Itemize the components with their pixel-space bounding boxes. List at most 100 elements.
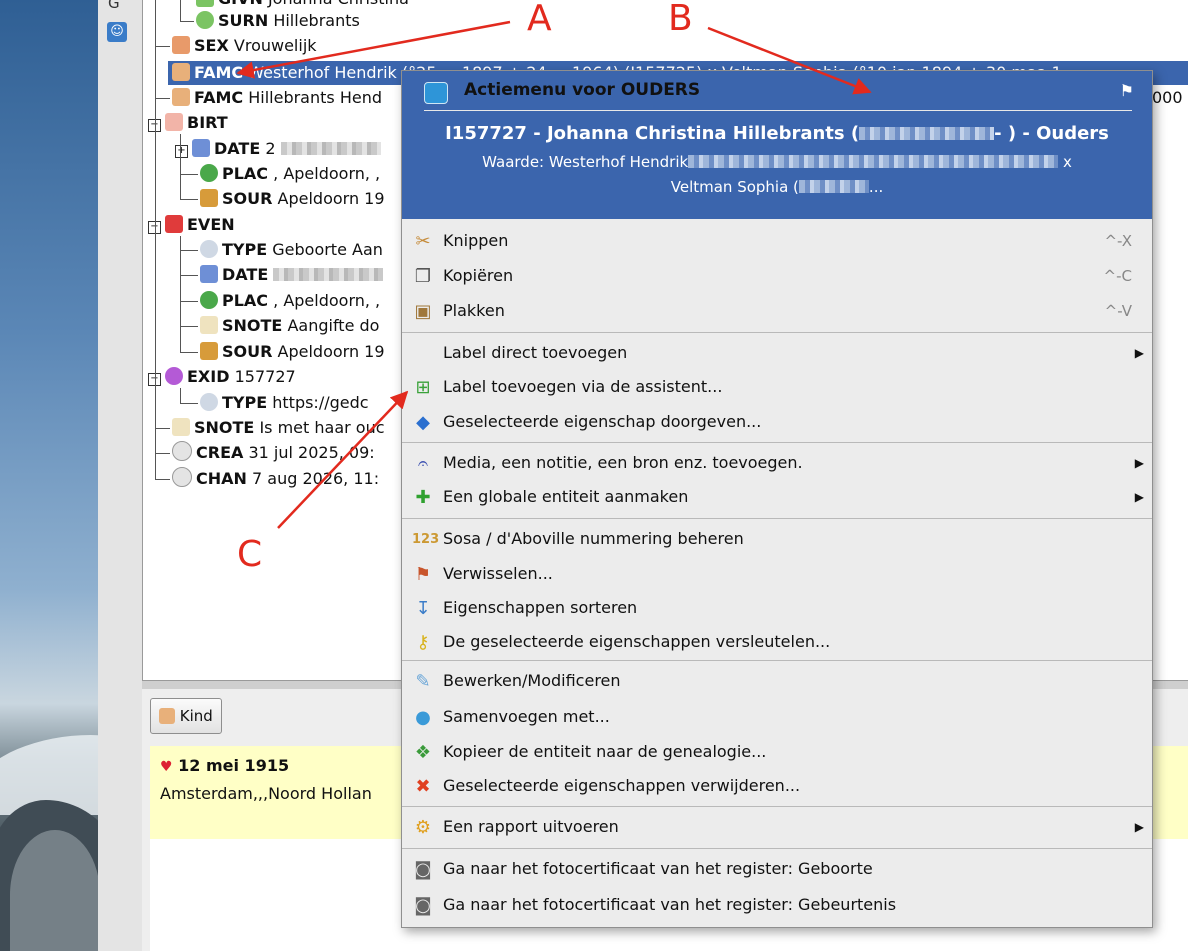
tree-row-exid-type[interactable]: TYPE https://gedc xyxy=(200,391,369,415)
date-icon xyxy=(192,139,210,157)
menu-item-merge[interactable]: ● Samenvoegen met... xyxy=(402,700,1152,734)
menu-item-cut[interactable]: ✂ Knippen ^-X xyxy=(402,224,1152,258)
menu-item-label: Ga naar het fotocertificaat van het regi… xyxy=(443,859,873,878)
person-icon[interactable]: ☺ xyxy=(107,22,127,42)
menu-separator xyxy=(402,848,1152,849)
tag-label: DATE xyxy=(222,265,269,284)
event-date-text: 12 mei 1915 xyxy=(178,756,290,775)
menu-item-pass-property[interactable]: ◆ Geselecteerde eigenschap doorgeven... xyxy=(402,405,1152,439)
menu-item-label: Knippen xyxy=(443,231,509,250)
tree-row-birt-date[interactable]: + DATE 2 xyxy=(175,137,381,161)
tree-row-chan[interactable]: CHAN 7 aug 2026, 11: xyxy=(172,467,379,491)
menu-item-label: Een rapport uitvoeren xyxy=(443,817,619,836)
menu-separator xyxy=(402,442,1152,443)
tree-row-even-type[interactable]: TYPE Geboorte Aan xyxy=(200,238,383,262)
tree-row-snote[interactable]: SNOTE Is met haar ouc xyxy=(172,416,385,440)
tag-value: Johanna Christina xyxy=(268,0,409,8)
menu-item-global-entity[interactable]: ✚ Een globale entiteit aanmaken ▶ xyxy=(402,480,1152,514)
family-icon xyxy=(172,63,190,81)
tag-label: EXID xyxy=(187,367,230,386)
merge-icon: ● xyxy=(415,707,431,728)
tag-value: 2 xyxy=(265,139,276,158)
menu-item-label: Media, een notitie, een bron enz. toevoe… xyxy=(443,453,803,472)
given-name-icon xyxy=(196,0,214,7)
tree-row-sex[interactable]: SEX Vrouwelijk xyxy=(172,34,317,58)
menu-separator xyxy=(402,660,1152,661)
expand-toggle[interactable]: + xyxy=(175,145,188,158)
tag-label: SNOTE xyxy=(194,418,255,437)
tag-value: 31 jul 2025, 09: xyxy=(248,443,375,462)
blurred-text xyxy=(280,142,381,155)
value-suffix: x xyxy=(1062,153,1072,171)
kind-button[interactable]: Kind xyxy=(150,698,222,734)
note-icon xyxy=(172,418,190,436)
tree-row-surn[interactable]: SURN Hillebrants xyxy=(196,9,360,33)
tag-label: FAMC xyxy=(194,63,244,82)
birth-icon: ♥ xyxy=(160,759,173,775)
tag-label: TYPE xyxy=(222,240,268,259)
menu-item-photo-event[interactable]: ◙ Ga naar het fotocertificaat van het re… xyxy=(402,888,1152,922)
menu-item-label: De geselecteerde eigenschappen versleute… xyxy=(443,632,831,651)
exid-icon xyxy=(165,367,183,385)
menu-item-label: Label direct toevoegen xyxy=(443,343,628,362)
tree-line xyxy=(180,174,198,175)
value2-suffix: ... xyxy=(868,178,884,196)
menu-item-add-media[interactable]: 𝄐 Media, een notitie, een bron enz. toev… xyxy=(402,446,1152,480)
tag-value: 7 aug 2026, 11: xyxy=(252,469,380,488)
menu-item-copy[interactable]: ❐ Kopiëren ^-C xyxy=(402,259,1152,293)
tree-row-crea[interactable]: CREA 31 jul 2025, 09: xyxy=(172,441,375,465)
menu-item-label-direct[interactable]: Label direct toevoegen ▶ xyxy=(402,336,1152,370)
tree-row-even-date[interactable]: DATE xyxy=(200,263,384,287)
menu-item-delete[interactable]: ✖ Geselecteerde eigenschappen verwijdere… xyxy=(402,769,1152,803)
tree-row-birt[interactable]: − BIRT xyxy=(148,111,228,135)
tree-row-even-plac[interactable]: PLAC , Apeldoorn, , xyxy=(200,289,380,313)
tree-line xyxy=(180,21,194,22)
annotation-letter-a: A xyxy=(527,0,552,39)
tree-row-even[interactable]: − EVEN xyxy=(148,213,235,237)
tag-value: Apeldoorn 19 xyxy=(277,342,385,361)
tree-row-birt-sour[interactable]: SOUR Apeldoorn 19 xyxy=(200,187,385,211)
menu-item-encrypt[interactable]: ⚷ De geselecteerde eigenschappen versleu… xyxy=(402,625,1152,659)
shortcut-label: ^-C xyxy=(1103,267,1132,285)
menu-item-copy-entity[interactable]: ❖ Kopieer de entiteit naar de genealogie… xyxy=(402,735,1152,769)
tree-line xyxy=(155,428,170,429)
tag-label: GIVN xyxy=(218,0,263,8)
menu-item-paste[interactable]: ▣ Plakken ^-V xyxy=(402,294,1152,328)
menu-header: Actiemenu voor OUDERS ⚑ I157727 - Johann… xyxy=(402,71,1152,219)
tree-row-birt-plac[interactable]: PLAC , Apeldoorn, , xyxy=(200,162,380,186)
tree-line xyxy=(180,250,198,251)
menu-subject: I157727 - Johanna Christina Hillebrants … xyxy=(402,123,1152,144)
menu-item-label-assistant[interactable]: ⊞ Label toevoegen via de assistent... xyxy=(402,370,1152,404)
tree-row-famc[interactable]: FAMC Hillebrants Hend xyxy=(172,86,382,110)
menu-item-label: Kopiëren xyxy=(443,266,514,285)
globe-icon xyxy=(200,164,218,182)
tag-label: SURN xyxy=(218,11,269,30)
menu-item-label: Geselecteerde eigenschap doorgeven... xyxy=(443,412,762,431)
menu-item-label: Eigenschappen sorteren xyxy=(443,598,638,617)
source-icon xyxy=(200,189,218,207)
tag-value: Hillebrants xyxy=(273,11,360,30)
tag-value: Aangifte do xyxy=(287,316,380,335)
menu-item-swap[interactable]: ⚑ Verwisselen... xyxy=(402,557,1152,591)
globe-icon xyxy=(200,291,218,309)
menu-item-edit[interactable]: ✎ Bewerken/Modificeren xyxy=(402,664,1152,698)
left-toolbar: G ☺ xyxy=(98,0,143,951)
edit-icon: ✎ xyxy=(415,671,431,692)
tag-label: PLAC xyxy=(222,291,269,310)
tree-line xyxy=(155,479,170,480)
tree-row-even-snote[interactable]: SNOTE Aangifte do xyxy=(200,314,379,338)
menu-separator xyxy=(402,806,1152,807)
menu-item-sosa[interactable]: 123 Sosa / d'Aboville nummering beheren xyxy=(402,522,1152,556)
camera-icon: ◙ xyxy=(414,859,432,880)
context-menu: Actiemenu voor OUDERS ⚑ I157727 - Johann… xyxy=(401,70,1153,928)
menu-item-photo-birth[interactable]: ◙ Ga naar het fotocertificaat van het re… xyxy=(402,852,1152,886)
annotation-letter-b: B xyxy=(668,0,693,39)
shortcut-label: ^-X xyxy=(1104,232,1132,250)
submenu-arrow-icon: ▶ xyxy=(1134,490,1144,504)
menu-item-report[interactable]: ⚙ Een rapport uitvoeren ▶ xyxy=(402,810,1152,844)
menu-item-label: Bewerken/Modificeren xyxy=(443,671,621,690)
tree-row-even-sour[interactable]: SOUR Apeldoorn 19 xyxy=(200,340,385,364)
paperclip-icon: 𝄐 xyxy=(417,453,428,474)
tree-row-exid[interactable]: − EXID 157727 xyxy=(148,365,296,389)
menu-item-sort[interactable]: ↧ Eigenschappen sorteren xyxy=(402,591,1152,625)
